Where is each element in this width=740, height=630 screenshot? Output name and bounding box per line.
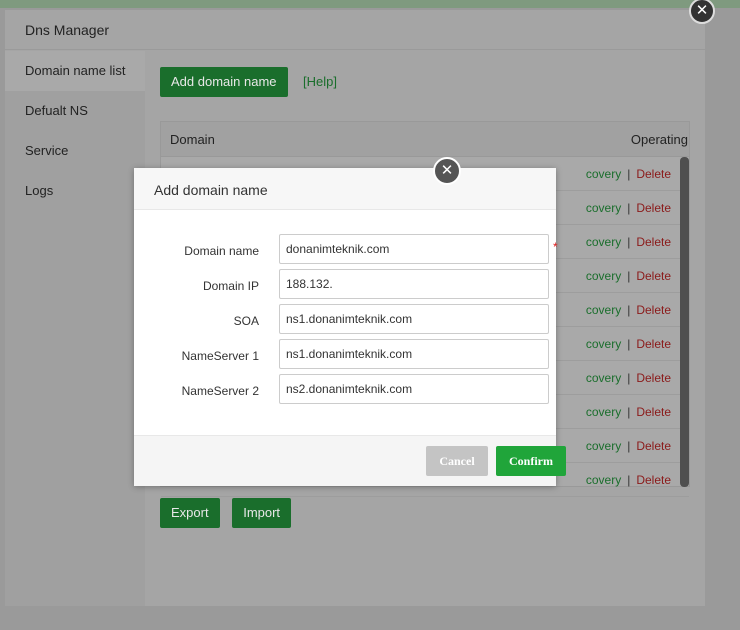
sidebar-item-service[interactable]: Service <box>5 131 145 171</box>
link-separator: | <box>627 269 631 283</box>
link-separator: | <box>627 405 631 419</box>
recovery-link[interactable]: covery <box>586 269 621 283</box>
link-separator: | <box>627 337 631 351</box>
add-domain-form: Domain name * Domain IP SOA NameServer 1… <box>134 234 558 409</box>
delete-link[interactable]: Delete <box>636 371 671 385</box>
recovery-link[interactable]: covery <box>586 235 621 249</box>
modal-title: Add domain name <box>154 182 268 198</box>
sidebar-item-label: Service <box>25 143 69 158</box>
link-separator: | <box>627 303 631 317</box>
sidebar-item-label: Logs <box>25 183 54 198</box>
modal-close-button[interactable]: ✕ <box>433 157 461 185</box>
add-domain-modal: Add domain name Domain name * Domain IP … <box>134 168 566 486</box>
delete-link[interactable]: Delete <box>636 473 671 487</box>
column-header-operating: Operating <box>630 132 688 147</box>
required-marker: * <box>553 240 558 254</box>
modal-header: Add domain name <box>134 168 556 210</box>
form-row-nameserver1: NameServer 1 <box>134 339 556 374</box>
recovery-link[interactable]: covery <box>586 473 621 487</box>
recovery-link[interactable]: covery <box>586 167 621 181</box>
cancel-button[interactable]: Cancel <box>426 446 488 476</box>
form-row-domain-ip: Domain IP <box>134 269 556 304</box>
modal-footer: Cancel Confirm <box>134 435 566 486</box>
export-button[interactable]: Export <box>160 498 220 528</box>
delete-link[interactable]: Delete <box>636 337 671 351</box>
recovery-link[interactable]: covery <box>586 337 621 351</box>
sidebar-item-label: Domain name list <box>25 63 126 78</box>
close-icon: ✕ <box>440 162 454 179</box>
link-separator: | <box>627 201 631 215</box>
nameserver1-label: NameServer 1 <box>181 349 259 363</box>
soa-label: SOA <box>233 314 259 328</box>
sidebar: Domain name list Defualt NS Service Logs <box>5 51 145 606</box>
nameserver1-input[interactable] <box>279 339 549 369</box>
recovery-link[interactable]: covery <box>586 439 621 453</box>
domain-ip-label: Domain IP <box>202 279 259 293</box>
recovery-link[interactable]: covery <box>586 371 621 385</box>
recovery-link[interactable]: covery <box>586 405 621 419</box>
delete-link[interactable]: Delete <box>636 439 671 453</box>
form-row-soa: SOA <box>134 304 556 339</box>
sidebar-item-logs[interactable]: Logs <box>5 171 145 211</box>
form-row-domain-name: Domain name * <box>134 234 558 269</box>
soa-input[interactable] <box>279 304 549 334</box>
help-link[interactable]: [Help] <box>303 74 337 89</box>
delete-link[interactable]: Delete <box>636 405 671 419</box>
link-separator: | <box>627 439 631 453</box>
domain-ip-input[interactable] <box>279 269 549 299</box>
close-icon: ✕ <box>695 2 709 19</box>
recovery-link[interactable]: covery <box>586 201 621 215</box>
delete-link[interactable]: Delete <box>636 201 671 215</box>
link-separator: | <box>627 371 631 385</box>
domain-name-input[interactable] <box>279 234 549 264</box>
domain-name-label: Domain name <box>184 244 259 258</box>
sidebar-item-domain-name-list[interactable]: Domain name list <box>5 51 145 91</box>
delete-link[interactable]: Delete <box>636 235 671 249</box>
recovery-link[interactable]: covery <box>586 303 621 317</box>
add-domain-button[interactable]: Add domain name <box>160 67 288 97</box>
nameserver2-input[interactable] <box>279 374 549 404</box>
bottom-toolbar: Export Import <box>160 498 300 528</box>
delete-link[interactable]: Delete <box>636 167 671 181</box>
window-title: Dns Manager <box>25 22 110 38</box>
table-header: Domain Operating <box>161 122 689 157</box>
link-separator: | <box>627 235 631 249</box>
column-header-domain: Domain <box>170 132 215 147</box>
nameserver2-label: NameServer 2 <box>181 384 259 398</box>
sidebar-item-default-ns[interactable]: Defualt NS <box>5 91 145 131</box>
confirm-button[interactable]: Confirm <box>496 446 566 476</box>
window-titlebar: Dns Manager <box>5 10 705 50</box>
sidebar-item-label: Defualt NS <box>25 103 88 118</box>
link-separator: | <box>627 473 631 487</box>
background-topbar <box>0 0 740 8</box>
import-button[interactable]: Import <box>232 498 292 528</box>
form-row-nameserver2: NameServer 2 <box>134 374 556 409</box>
delete-link[interactable]: Delete <box>636 303 671 317</box>
delete-link[interactable]: Delete <box>636 269 671 283</box>
link-separator: | <box>627 167 631 181</box>
table-scrollbar[interactable] <box>680 157 689 487</box>
